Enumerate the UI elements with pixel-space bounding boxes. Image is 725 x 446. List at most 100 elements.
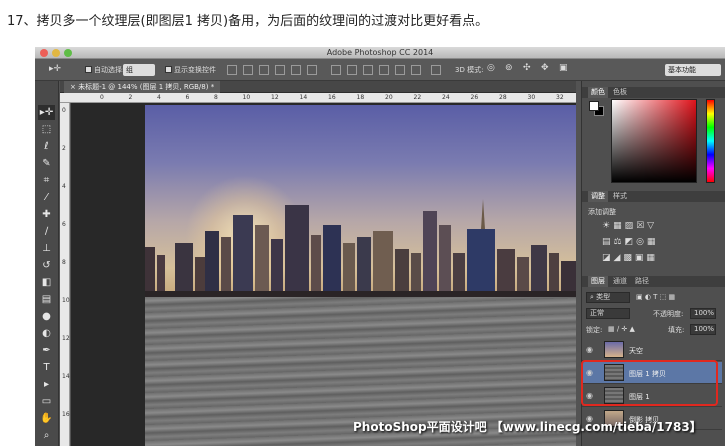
tab-swatches[interactable]: 色板: [610, 87, 630, 98]
ruler-tick-label: 10: [242, 94, 251, 101]
eyedropper-tool-icon[interactable]: ⁄: [38, 190, 55, 205]
document-tab-bar: × 未标题-1 @ 144% (图层 1 拷贝, RGB/8) *: [60, 81, 576, 93]
distribute-right-icon[interactable]: [411, 65, 421, 75]
auto-select-label: 自动选择:: [94, 66, 125, 74]
healing-tool-icon[interactable]: ✚: [38, 207, 55, 222]
tab-paths[interactable]: 路径: [632, 276, 652, 287]
adjustment-icons-row-3[interactable]: ◪◢▩▣▦: [602, 253, 712, 263]
ruler-tick-label: 24: [442, 94, 450, 101]
distribute-middle-icon[interactable]: [347, 65, 357, 75]
ruler-tick-label: 30: [527, 94, 536, 101]
add-adjustment-label: 添加调整: [588, 208, 616, 216]
ruler-tick-label: 4: [157, 94, 161, 101]
tab-adjustments[interactable]: 调整: [588, 191, 608, 202]
distribute-left-icon[interactable]: [379, 65, 389, 75]
hue-slider[interactable]: [706, 99, 715, 183]
tab-layers[interactable]: 图层: [588, 276, 608, 287]
3d-slide-icon[interactable]: ✥: [541, 63, 549, 73]
kind-filter-value: 类型: [596, 293, 611, 301]
quick-select-tool-icon[interactable]: ✎: [38, 156, 55, 171]
workspace-dropdown[interactable]: 基本功能: [665, 64, 721, 76]
stamp-tool-icon[interactable]: ⊥: [38, 241, 55, 256]
fill-input[interactable]: 100%: [690, 324, 716, 335]
distribute-top-icon[interactable]: [331, 65, 341, 75]
ruler-tick-label: 8: [214, 94, 218, 101]
visibility-eye-icon[interactable]: ◉: [586, 345, 593, 354]
history-brush-tool-icon[interactable]: ↺: [38, 258, 55, 273]
tools-panel: ▸✛ ⬚ ℓ ✎ ⌗ ⁄ ✚ ∕ ⊥ ↺ ◧ ▤ ● ◐ ✒ T ▸ ▭ ✋ ⌕: [35, 81, 59, 446]
tab-styles[interactable]: 样式: [610, 191, 630, 202]
shape-tool-icon[interactable]: ▭: [38, 394, 55, 409]
move-tool-icon[interactable]: ▸✛: [49, 64, 61, 74]
type-tool-icon[interactable]: T: [38, 360, 55, 375]
document-tab[interactable]: × 未标题-1 @ 144% (图层 1 拷贝, RGB/8) *: [64, 81, 221, 93]
foreground-color-swatch[interactable]: [589, 101, 599, 111]
align-middle-icon[interactable]: [243, 65, 253, 75]
right-panels: 颜色 色板 调整 样式 添加调整 ☀▦▨☒▽ ▤⚖◩◎▦ ◪◢▩▣▦ 图层 通道…: [581, 81, 725, 446]
align-bottom-icon[interactable]: [259, 65, 269, 75]
hand-tool-icon[interactable]: ✋: [38, 411, 55, 426]
auto-select-value: 组: [126, 66, 133, 74]
layer-row-sky[interactable]: ◉ 天空: [582, 339, 722, 361]
3d-rotate-icon[interactable]: ◎: [487, 63, 495, 73]
auto-select-dropdown[interactable]: 组: [123, 64, 155, 76]
zoom-tool-icon[interactable]: ⌕: [38, 428, 55, 443]
opacity-input[interactable]: 100%: [690, 308, 716, 319]
distribute-bottom-icon[interactable]: [363, 65, 373, 75]
layer-kind-filter[interactable]: ⌕ 类型: [586, 292, 630, 303]
gradient-tool-icon[interactable]: ▤: [38, 292, 55, 307]
ruler-tick-label: 0: [100, 94, 104, 101]
tab-channels[interactable]: 通道: [610, 276, 630, 287]
3d-roll-icon[interactable]: ⊚: [505, 63, 513, 73]
ruler-tick-label: 22: [413, 94, 422, 101]
align-right-icon[interactable]: [307, 65, 317, 75]
adjustment-icons-row-2[interactable]: ▤⚖◩◎▦: [602, 237, 712, 247]
align-left-icon[interactable]: [275, 65, 285, 75]
filter-pixel-icon[interactable]: ▣ ◐ T ⬚ ▦: [636, 293, 675, 301]
3d-scale-icon[interactable]: ▣: [559, 63, 568, 73]
canvas-area[interactable]: [71, 103, 576, 446]
layer-row-layer1[interactable]: ◉ 图层 1: [582, 385, 722, 407]
pen-tool-icon[interactable]: ✒: [38, 343, 55, 358]
blur-tool-icon[interactable]: ●: [38, 309, 55, 324]
color-picker-field[interactable]: [611, 99, 697, 183]
eraser-tool-icon[interactable]: ◧: [38, 275, 55, 290]
layer-filter-row: ⌕ 类型 ▣ ◐ T ⬚ ▦: [582, 290, 725, 305]
close-tab-icon[interactable]: ×: [70, 83, 78, 91]
visibility-eye-icon[interactable]: ◉: [586, 391, 593, 400]
dodge-tool-icon[interactable]: ◐: [38, 326, 55, 341]
show-transform-checkbox[interactable]: 显示变换控件: [165, 65, 216, 75]
layer-row-layer1-copy[interactable]: ◉ 图层 1 拷贝: [582, 362, 722, 384]
layer-thumbnail: [604, 364, 624, 381]
visibility-eye-icon[interactable]: ◉: [586, 368, 593, 377]
ruler-tick-label: 6: [62, 221, 66, 228]
fill-value: 100%: [694, 325, 715, 333]
marquee-tool-icon[interactable]: ⬚: [38, 122, 55, 137]
path-select-tool-icon[interactable]: ▸: [38, 377, 55, 392]
move-tool-icon[interactable]: ▸✛: [38, 105, 55, 120]
align-center-icon[interactable]: [291, 65, 301, 75]
ruler-tick-label: 8: [62, 259, 66, 266]
tab-color[interactable]: 颜色: [588, 87, 608, 98]
blend-mode-value: 正常: [590, 309, 604, 317]
lock-label: 锁定:: [586, 326, 603, 334]
adjustment-icons-row-1[interactable]: ☀▦▨☒▽: [602, 221, 712, 231]
layer-name: 图层 1 拷贝: [629, 370, 666, 378]
auto-select-checkbox[interactable]: 自动选择:: [85, 65, 124, 75]
ruler-tick-label: 2: [62, 145, 66, 152]
brush-tool-icon[interactable]: ∕: [38, 224, 55, 239]
lasso-tool-icon[interactable]: ℓ: [38, 139, 55, 154]
color-panel-tabs: 颜色 色板: [582, 87, 725, 98]
distribute-center-icon[interactable]: [395, 65, 405, 75]
blend-mode-dropdown[interactable]: 正常: [586, 308, 630, 319]
3d-drag-icon[interactable]: ✣: [523, 63, 531, 73]
ruler-tick-label: 14: [299, 94, 308, 101]
title-bar: Adobe Photoshop CC 2014: [35, 47, 725, 59]
ruler-tick-label: 32: [556, 94, 564, 101]
align-top-icon[interactable]: [227, 65, 237, 75]
canvas-image[interactable]: [145, 105, 576, 446]
crop-tool-icon[interactable]: ⌗: [38, 173, 55, 188]
instruction-text: 17、拷贝多一个纹理层(即图层1 拷贝)备用，为后面的纹理间的过渡对比更好看点。: [7, 14, 489, 29]
auto-align-icon[interactable]: [431, 65, 441, 75]
lock-icons[interactable]: ▦ ∕ ✛ ▲: [608, 325, 635, 333]
